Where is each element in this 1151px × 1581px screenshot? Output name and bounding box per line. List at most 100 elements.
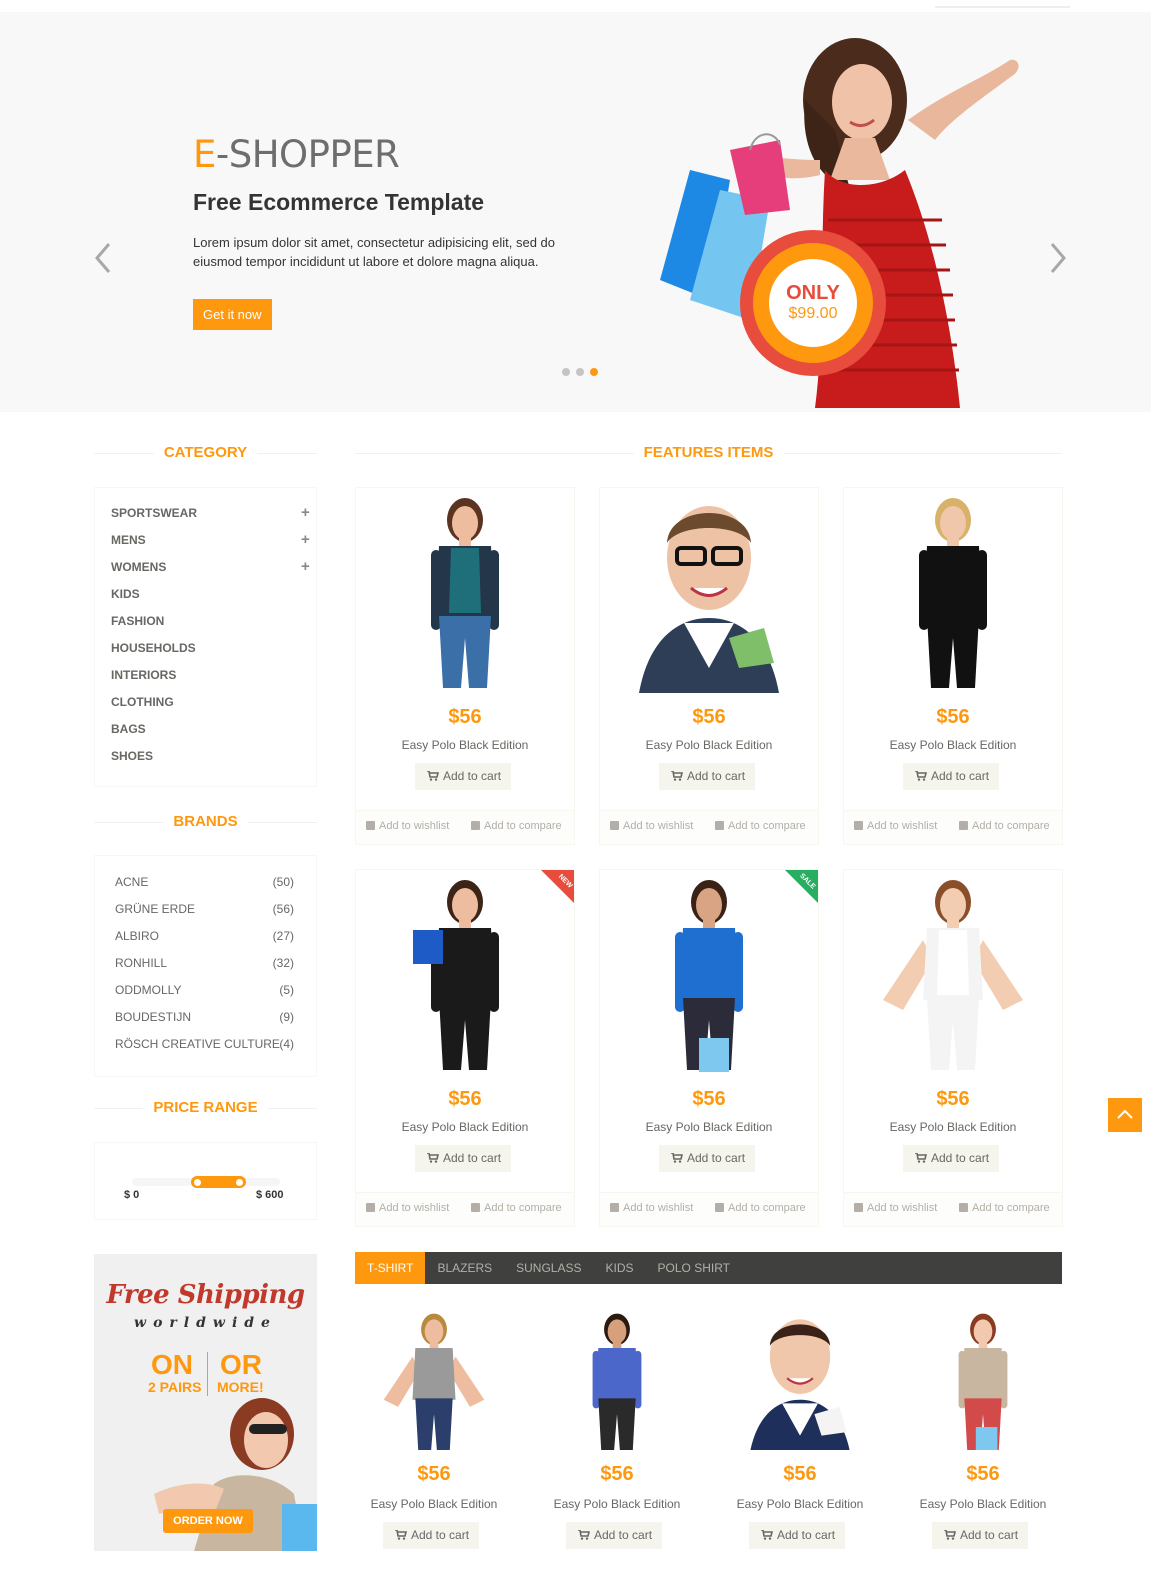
product-image[interactable] bbox=[721, 1310, 879, 1450]
product-image[interactable] bbox=[355, 1310, 513, 1450]
add-to-cart-button[interactable]: Add to cart bbox=[415, 1145, 512, 1172]
add-to-compare-link[interactable]: Add to compare bbox=[959, 1202, 1050, 1214]
brand-item[interactable]: RÖSCH CREATIVE CULTURE (4) bbox=[115, 1035, 296, 1062]
brand-item[interactable]: RONHILL (32) bbox=[115, 954, 296, 981]
category-label: KIDS bbox=[111, 587, 140, 601]
tab-product-card: $56 Easy Polo Black Edition Add to cart bbox=[355, 1310, 513, 1560]
tab-blazers[interactable]: BLAZERS bbox=[425, 1252, 504, 1284]
promo-or: OR bbox=[220, 1349, 262, 1380]
product-price: $56 bbox=[448, 706, 482, 728]
plus-square-icon bbox=[854, 1203, 863, 1212]
product-image[interactable] bbox=[844, 488, 1062, 693]
category-item[interactable]: SHOES bbox=[111, 746, 316, 773]
product-price: $56 bbox=[692, 1088, 726, 1110]
scroll-up-button[interactable] bbox=[1108, 1098, 1142, 1132]
wishlist-label: Add to wishlist bbox=[379, 1202, 450, 1214]
category-item[interactable]: INTERIORS bbox=[111, 665, 316, 692]
product-price: $56 bbox=[417, 1463, 451, 1485]
product-image[interactable] bbox=[844, 870, 1062, 1075]
add-to-cart-button[interactable]: Add to cart bbox=[383, 1522, 480, 1549]
top-divider bbox=[935, 6, 1070, 8]
add-to-cart-button[interactable]: Add to cart bbox=[749, 1522, 846, 1549]
add-to-cart-button[interactable]: Add to cart bbox=[566, 1522, 663, 1549]
get-it-now-button[interactable]: Get it now bbox=[193, 299, 272, 330]
category-item[interactable]: FASHION bbox=[111, 611, 316, 638]
category-label: MENS bbox=[111, 533, 146, 547]
add-to-wishlist-link[interactable]: Add to wishlist bbox=[366, 1202, 449, 1214]
add-to-wishlist-link[interactable]: Add to wishlist bbox=[366, 820, 449, 832]
add-to-cart-button[interactable]: Add to cart bbox=[903, 1145, 1000, 1172]
add-to-wishlist-link[interactable]: Add to wishlist bbox=[610, 1202, 693, 1214]
add-to-cart-button[interactable]: Add to cart bbox=[932, 1522, 1029, 1549]
add-to-compare-link[interactable]: Add to compare bbox=[715, 1202, 806, 1214]
order-now-button[interactable]: ORDER NOW bbox=[163, 1509, 253, 1533]
tab-polo-shirt[interactable]: POLO SHIRT bbox=[646, 1252, 742, 1284]
product-image[interactable] bbox=[904, 1310, 1062, 1450]
category-label: SPORTSWEAR bbox=[111, 506, 198, 520]
category-item[interactable]: HOUSEHOLDS bbox=[111, 638, 316, 665]
add-to-wishlist-link[interactable]: Add to wishlist bbox=[854, 1202, 937, 1214]
slider-dot[interactable] bbox=[576, 368, 584, 376]
product-actions: Add to wishlist Add to compare bbox=[844, 810, 1062, 844]
add-to-compare-link[interactable]: Add to compare bbox=[715, 820, 806, 832]
product-image[interactable] bbox=[356, 488, 574, 693]
tab-t-shirt[interactable]: T-SHIRT bbox=[355, 1252, 426, 1284]
product-image[interactable] bbox=[538, 1310, 696, 1450]
brand-item[interactable]: ACNE (50) bbox=[115, 873, 296, 900]
brand-item[interactable]: ALBIRO (27) bbox=[115, 927, 296, 954]
category-item[interactable]: SPORTSWEAR + bbox=[111, 503, 316, 530]
product-name: Easy Polo Black Edition bbox=[645, 1120, 773, 1134]
brand-item[interactable]: GRÜNE ERDE (56) bbox=[115, 900, 296, 927]
promo-more: MORE! bbox=[217, 1379, 264, 1395]
brand-item[interactable]: ODDMOLLY (5) bbox=[115, 981, 296, 1008]
add-to-wishlist-link[interactable]: Add to wishlist bbox=[854, 820, 937, 832]
add-to-cart-button[interactable]: Add to cart bbox=[659, 1145, 756, 1172]
add-to-compare-link[interactable]: Add to compare bbox=[471, 1202, 562, 1214]
brand-count: (50) bbox=[272, 875, 294, 889]
category-item[interactable]: CLOTHING bbox=[111, 692, 316, 719]
price-max-label: $ 600 bbox=[256, 1189, 284, 1201]
slider-prev-icon[interactable] bbox=[92, 240, 114, 276]
expand-plus-icon[interactable]: + bbox=[301, 530, 310, 550]
shopping-cart-icon bbox=[915, 771, 927, 781]
brand-name: RÖSCH CREATIVE CULTURE bbox=[115, 1037, 280, 1051]
promo-pairs: 2 PAIRS bbox=[148, 1379, 202, 1395]
product-name: Easy Polo Black Edition bbox=[645, 738, 773, 752]
add-to-compare-link[interactable]: Add to compare bbox=[959, 820, 1050, 832]
brands-title: BRANDS bbox=[94, 813, 317, 833]
product-card: $56 Easy Polo Black Edition Add to cart Add… bbox=[843, 487, 1063, 845]
product-price: $56 bbox=[600, 1463, 634, 1485]
price-max-handle[interactable] bbox=[236, 1179, 243, 1186]
category-item[interactable]: KIDS bbox=[111, 584, 316, 611]
add-to-wishlist-link[interactable]: Add to wishlist bbox=[610, 820, 693, 832]
category-tabs: T-SHIRT BLAZERS SUNGLASS KIDS POLO SHIRT bbox=[355, 1252, 1062, 1284]
expand-plus-icon[interactable]: + bbox=[301, 503, 310, 523]
category-item[interactable]: BAGS bbox=[111, 719, 316, 746]
plus-square-icon bbox=[610, 1203, 619, 1212]
slider-dot-active[interactable] bbox=[590, 368, 598, 376]
slider-next-icon[interactable] bbox=[1047, 240, 1069, 276]
product-image[interactable] bbox=[600, 488, 818, 693]
add-to-cart-label: Add to cart bbox=[411, 1528, 470, 1542]
add-to-cart-button[interactable]: Add to cart bbox=[903, 763, 1000, 790]
expand-plus-icon[interactable]: + bbox=[301, 557, 310, 577]
product-card: SALE $56 Easy Polo Black Edition Add to car… bbox=[599, 869, 819, 1227]
category-item[interactable]: WOMENS + bbox=[111, 557, 316, 584]
brand-count: (27) bbox=[272, 929, 294, 943]
tab-sunglass[interactable]: SUNGLASS bbox=[504, 1252, 593, 1284]
compare-label: Add to compare bbox=[484, 820, 562, 832]
promo-headline: Free Shipping bbox=[106, 1280, 305, 1310]
tab-kids[interactable]: KIDS bbox=[594, 1252, 646, 1284]
price-min-label: $ 0 bbox=[124, 1189, 140, 1201]
plus-square-icon bbox=[959, 1203, 968, 1212]
slider-dot[interactable] bbox=[562, 368, 570, 376]
add-to-cart-button[interactable]: Add to cart bbox=[415, 763, 512, 790]
plus-square-icon bbox=[366, 1203, 375, 1212]
free-shipping-banner[interactable]: Free Shipping worldwide ON 2 PAIRS OR MO… bbox=[94, 1254, 317, 1551]
brand-name: GRÜNE ERDE bbox=[115, 902, 196, 916]
brand-count: (5) bbox=[279, 983, 294, 997]
brand-item[interactable]: BOUDESTIJN (9) bbox=[115, 1008, 296, 1035]
add-to-cart-button[interactable]: Add to cart bbox=[659, 763, 756, 790]
add-to-compare-link[interactable]: Add to compare bbox=[471, 820, 562, 832]
category-item[interactable]: MENS + bbox=[111, 530, 316, 557]
